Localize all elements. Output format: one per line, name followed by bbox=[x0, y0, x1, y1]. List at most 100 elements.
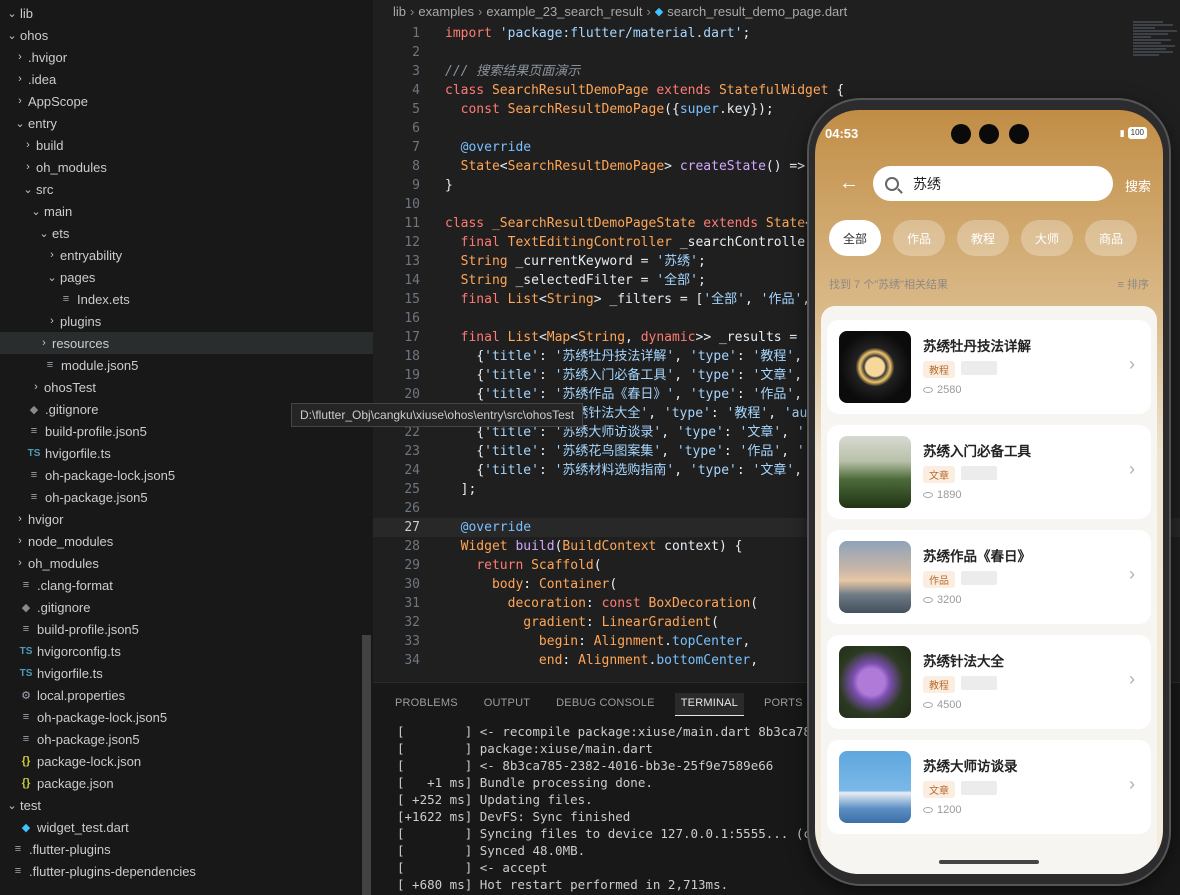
filter-chip-tutorials[interactable]: 教程 bbox=[957, 220, 1009, 256]
tree-item[interactable]: › build bbox=[0, 134, 373, 156]
tree-item[interactable]: › .hvigor bbox=[0, 46, 373, 68]
breadcrumb-item[interactable]: search_result_demo_page.dart bbox=[667, 4, 847, 19]
tree-item[interactable]: ⌄ lib bbox=[0, 2, 373, 24]
tree-item-label: hvigorfile.ts bbox=[45, 445, 111, 461]
breadcrumb-item[interactable]: example_23_search_result bbox=[486, 4, 642, 19]
tree-item[interactable]: ◆ widget_test.dart bbox=[0, 816, 373, 838]
tree-item[interactable]: TS hvigorfile.ts bbox=[0, 442, 373, 464]
tree-item-label: entryability bbox=[60, 247, 123, 263]
eye-icon bbox=[923, 597, 933, 603]
terminal-line: [ +680 ms] Hot restart performed in 2,71… bbox=[397, 877, 729, 892]
tree-item[interactable]: ⌄ src bbox=[0, 178, 373, 200]
filter-chip-products[interactable]: 商品 bbox=[1085, 220, 1137, 256]
line-number: 29 bbox=[404, 558, 420, 573]
tree-item[interactable]: TS hvigorconfig.ts bbox=[0, 640, 373, 662]
tree-item[interactable]: ⌄ ohos bbox=[0, 24, 373, 46]
code-text: State<SearchResultDemoPage> createState(… bbox=[460, 159, 821, 174]
tab-debug-console[interactable]: DEBUG CONSOLE bbox=[550, 693, 661, 716]
result-card[interactable]: 苏绣作品《春日》 作品 3200 › bbox=[827, 530, 1151, 624]
line-number: 32 bbox=[404, 615, 420, 630]
tree-item[interactable]: › plugins bbox=[0, 310, 373, 332]
typescript-icon: TS bbox=[19, 645, 33, 657]
chevron-right-icon: › bbox=[1129, 669, 1135, 689]
tree-item[interactable]: ≡ build-profile.json5 bbox=[0, 618, 373, 640]
tree-item[interactable]: TS hvigorfile.ts bbox=[0, 662, 373, 684]
code-text: {'title': '苏绣牡丹技法详解', 'type': '教程', bbox=[476, 349, 803, 364]
line-number: 5 bbox=[412, 102, 420, 117]
tree-item[interactable]: › oh_modules bbox=[0, 552, 373, 574]
home-indicator[interactable] bbox=[939, 860, 1039, 864]
tree-item[interactable]: ≡ .flutter-plugins bbox=[0, 838, 373, 860]
tree-item[interactable]: ≡ oh-package-lock.json5 bbox=[0, 706, 373, 728]
line-number: 15 bbox=[404, 292, 420, 307]
tree-item[interactable]: › ohosTest bbox=[0, 376, 373, 398]
code-line[interactable]: 3 /// 搜索结果页面演示 bbox=[373, 62, 1180, 81]
breadcrumb-item[interactable]: examples bbox=[418, 4, 474, 19]
code-text: begin: Alignment.topCenter, bbox=[538, 634, 751, 649]
eye-icon bbox=[923, 387, 933, 393]
result-card[interactable]: 苏绣入门必备工具 文章 1890 › bbox=[827, 425, 1151, 519]
tree-item[interactable]: {} package-lock.json bbox=[0, 750, 373, 772]
tree-item[interactable]: ≡ oh-package-lock.json5 bbox=[0, 464, 373, 486]
tree-item[interactable]: ⚙ local.properties bbox=[0, 684, 373, 706]
tree-item[interactable]: ≡ Index.ets bbox=[0, 288, 373, 310]
search-input[interactable]: 苏绣 bbox=[873, 166, 1113, 201]
search-button[interactable]: 搜索 bbox=[1125, 176, 1151, 195]
back-arrow-icon[interactable]: ← bbox=[839, 172, 859, 195]
tree-item-label: package.json bbox=[37, 775, 114, 791]
tab-ports[interactable]: PORTS bbox=[758, 693, 809, 716]
code-text: /// 搜索结果页面演示 bbox=[445, 64, 581, 79]
code-text: decoration: const BoxDecoration( bbox=[507, 596, 759, 611]
sort-button[interactable]: ≡ 排序 bbox=[1118, 276, 1149, 292]
tree-item[interactable]: ≡ oh-package.json5 bbox=[0, 728, 373, 750]
view-count: 3200 bbox=[937, 594, 962, 606]
tree-item[interactable]: ◆ .gitignore bbox=[0, 596, 373, 618]
code-line[interactable]: 4 class SearchResultDemoPage extends Stat… bbox=[373, 81, 1180, 100]
tree-item[interactable]: ⌄ ets bbox=[0, 222, 373, 244]
tab-terminal[interactable]: TERMINAL bbox=[674, 693, 744, 716]
result-card[interactable]: 苏绣针法大全 教程 4500 › bbox=[827, 635, 1151, 729]
terminal-line: [ ] Synced 48.0MB. bbox=[397, 843, 586, 858]
tab-output[interactable]: OUTPUT bbox=[478, 693, 536, 716]
code-line[interactable]: 2 bbox=[373, 43, 1180, 62]
line-number: 34 bbox=[404, 653, 420, 668]
tree-item[interactable]: ⌄ pages bbox=[0, 266, 373, 288]
tree-item[interactable]: › .idea bbox=[0, 68, 373, 90]
tree-item-label: ets bbox=[52, 225, 70, 241]
tree-item[interactable]: ⌄ main bbox=[0, 200, 373, 222]
minimap[interactable] bbox=[1133, 20, 1180, 100]
result-views: 3200 bbox=[923, 594, 961, 606]
chevron-right-icon: › bbox=[18, 51, 22, 63]
line-number: 9 bbox=[412, 178, 420, 193]
tree-item[interactable]: ≡ .clang-format bbox=[0, 574, 373, 596]
tree-item[interactable]: ⌄ test bbox=[0, 794, 373, 816]
tree-item[interactable]: › AppScope bbox=[0, 90, 373, 112]
line-number: 4 bbox=[412, 83, 420, 98]
tree-item[interactable]: {} package.json bbox=[0, 772, 373, 794]
tree-item[interactable]: › oh_modules bbox=[0, 156, 373, 178]
tab-problems[interactable]: PROBLEMS bbox=[389, 693, 464, 716]
battery-icon: 100 bbox=[1127, 127, 1147, 139]
tree-item[interactable]: › node_modules bbox=[0, 530, 373, 552]
breadcrumb-item[interactable]: lib bbox=[393, 4, 406, 19]
result-card[interactable]: 苏绣大师访谈录 文章 1200 › bbox=[827, 740, 1151, 834]
tree-item[interactable]: ≡ oh-package.json5 bbox=[0, 486, 373, 508]
filter-chip-works[interactable]: 作品 bbox=[893, 220, 945, 256]
chevron-down-icon: ⌄ bbox=[31, 205, 41, 218]
tree-item[interactable]: ≡ .flutter-plugins-dependencies bbox=[0, 860, 373, 882]
line-number: 25 bbox=[404, 482, 420, 497]
line-number: 19 bbox=[404, 368, 420, 383]
filter-chip-masters[interactable]: 大师 bbox=[1021, 220, 1073, 256]
chevron-right-icon: › bbox=[34, 381, 38, 393]
file-icon: ≡ bbox=[30, 491, 38, 503]
camera-icon bbox=[979, 124, 999, 144]
tree-item[interactable]: ≡ module.json5 bbox=[0, 354, 373, 376]
tree-item[interactable]: › entryability bbox=[0, 244, 373, 266]
code-line[interactable]: 1 import 'package:flutter/material.dart'; bbox=[373, 24, 1180, 43]
result-card[interactable]: 苏绣牡丹技法详解 教程 2580 › bbox=[827, 320, 1151, 414]
tree-item[interactable]: › resources bbox=[0, 332, 373, 354]
filter-chip-all[interactable]: 全部 bbox=[829, 220, 881, 256]
tree-item[interactable]: › hvigor bbox=[0, 508, 373, 530]
explorer-scrollbar[interactable] bbox=[362, 635, 371, 895]
tree-item[interactable]: ⌄ entry bbox=[0, 112, 373, 134]
